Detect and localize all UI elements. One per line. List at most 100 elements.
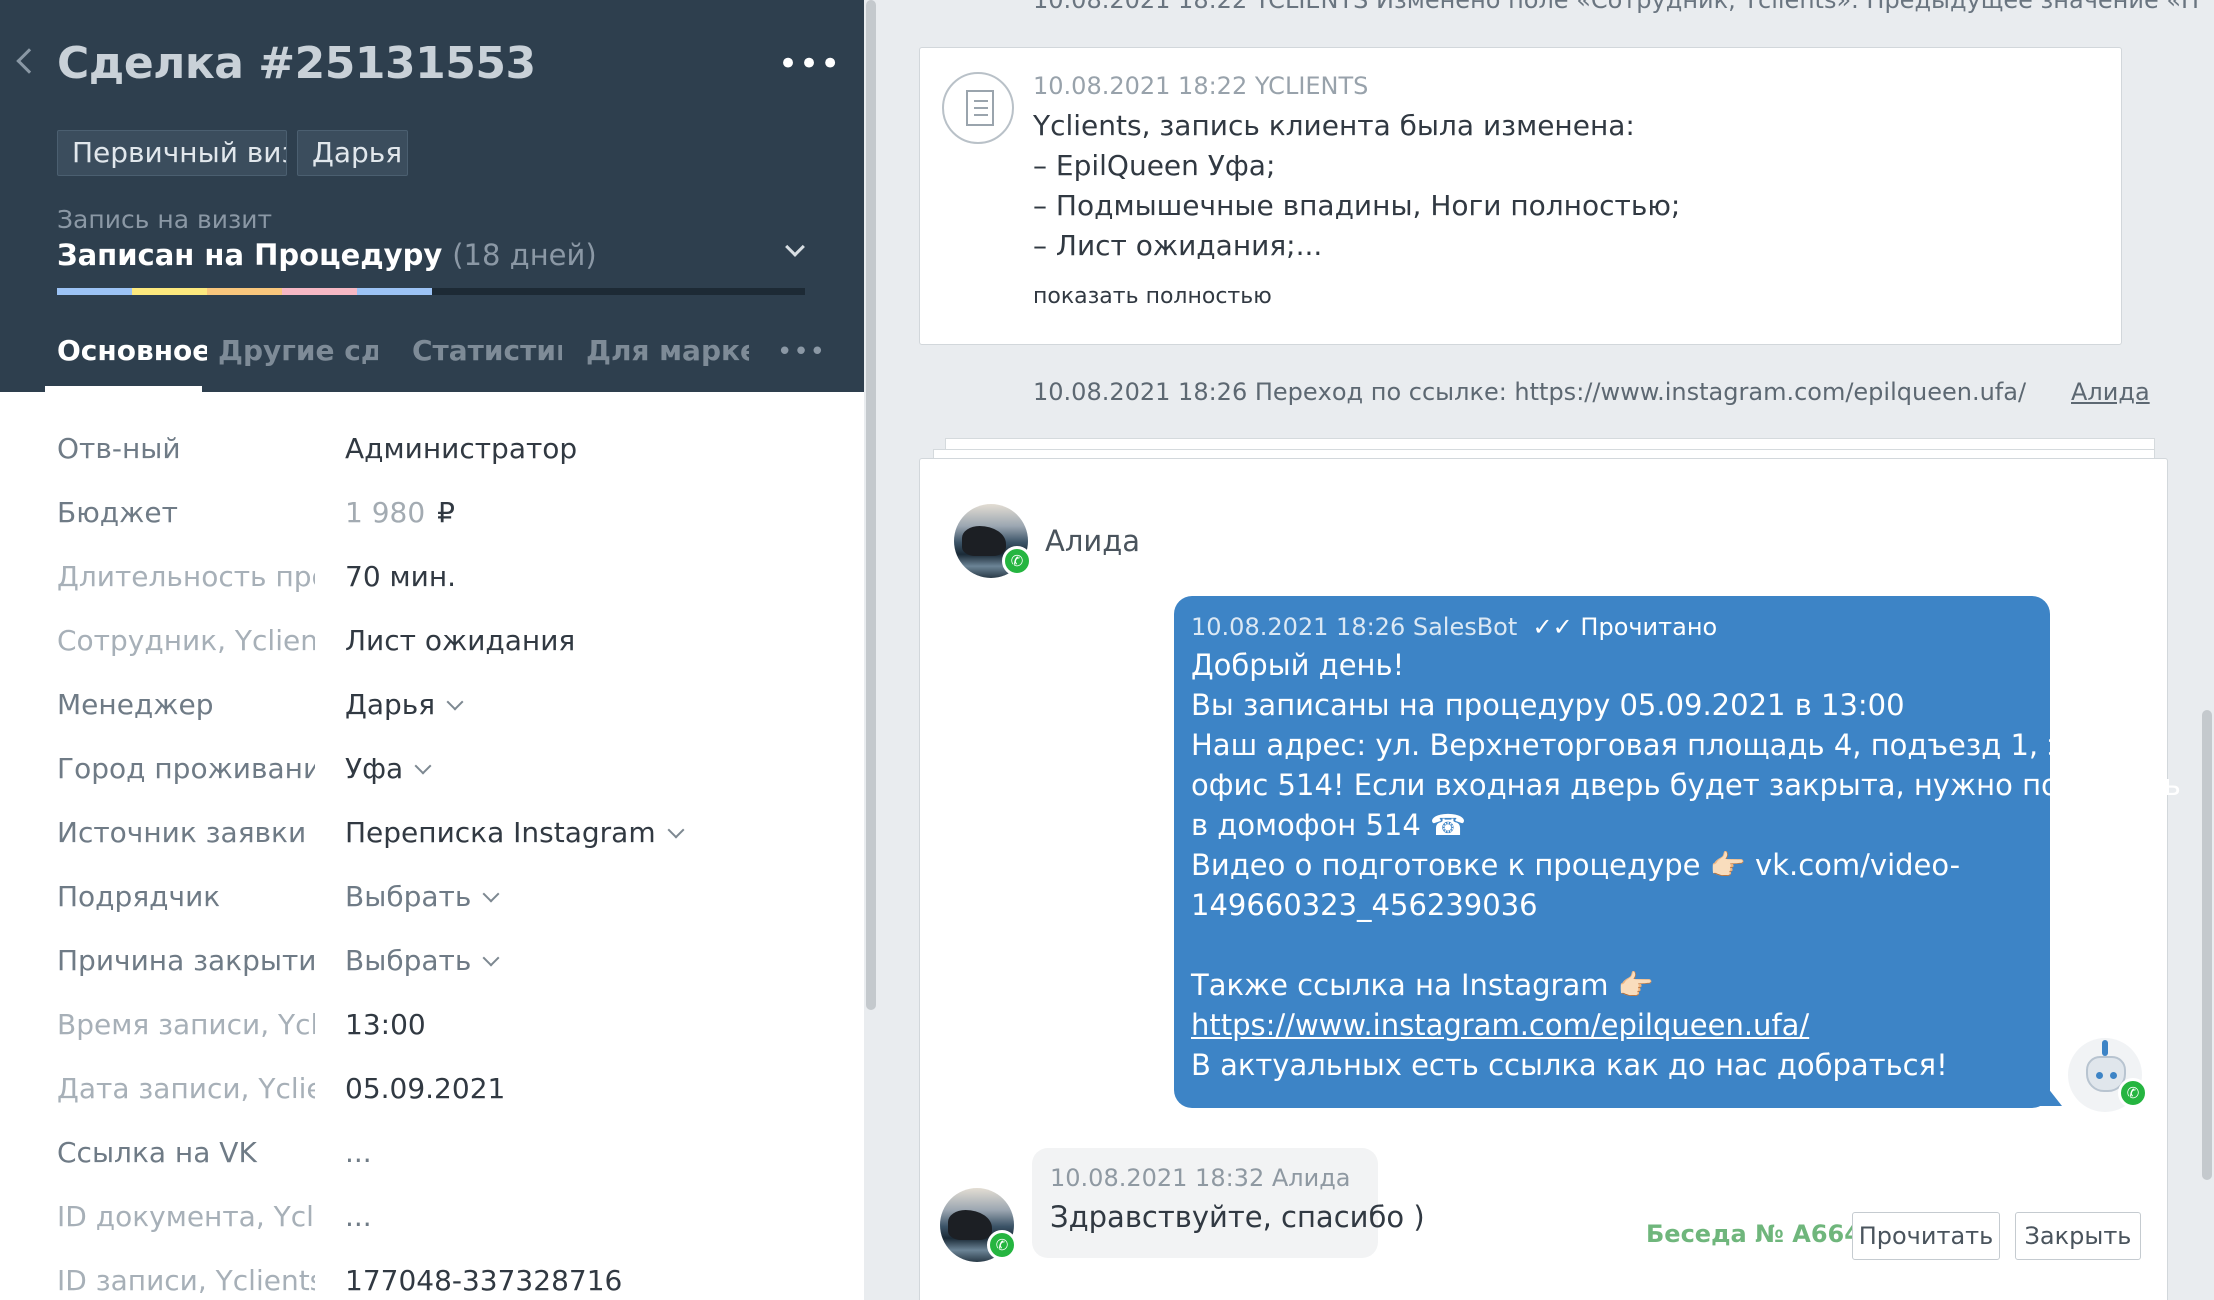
field-label: Длительность процедуры — [57, 560, 315, 593]
responsible-value[interactable]: Администратор — [345, 432, 577, 465]
stage-duration: (18 дней) — [452, 238, 597, 272]
lead-header: Сделка #25131553 ••• Первичный визит Дар… — [0, 0, 864, 392]
budget-value: 1 980 — [345, 496, 426, 529]
document-line — [974, 100, 988, 102]
back-arrow-icon[interactable] — [16, 48, 42, 74]
yclients-note: 10.08.2021 18:22 YCLIENTS Yclients, запи… — [919, 47, 2122, 345]
close-reason-select[interactable]: Выбрать — [345, 944, 500, 977]
document-line — [974, 114, 988, 116]
field-label: Подрядчик — [57, 880, 221, 913]
tabs-more-icon[interactable]: ••• — [777, 339, 826, 365]
chevron-down-icon — [482, 949, 500, 967]
message-line: Также ссылка на Instagram 👉🏻 — [1191, 968, 1654, 1002]
message-line: офис 514! Если входная дверь будет закры… — [1191, 768, 2181, 802]
lead-panel: Сделка #25131553 ••• Первичный визит Дар… — [0, 0, 864, 1300]
staff-value[interactable]: Лист ожидания — [345, 624, 575, 657]
visit-time-value[interactable]: 13:00 — [345, 1008, 426, 1041]
link-click-event: 10.08.2021 18:26 Переход по ссылке: http… — [1033, 378, 2027, 406]
outgoing-message: 10.08.2021 18:26 SalesBot ✓✓ Прочитано Д… — [1174, 596, 2181, 1108]
progress-segment — [357, 288, 432, 295]
read-button[interactable]: Прочитать — [1852, 1212, 2000, 1260]
chevron-down-icon — [667, 821, 685, 839]
show-more-link[interactable]: показать полностью — [1033, 284, 1272, 309]
vk-link-value[interactable]: ... — [345, 1136, 372, 1169]
message-line: Вы записаны на процедуру 05.09.2021 в 13… — [1191, 688, 1905, 722]
left-scrollbar[interactable] — [864, 0, 878, 1300]
message-meta: 10.08.2021 18:26 SalesBot ✓✓ Прочитано — [1191, 613, 1717, 641]
budget-field[interactable]: 1 980 ₽ — [345, 496, 455, 529]
field-label: Дата записи, Yclients — [57, 1072, 315, 1105]
chevron-down-icon[interactable] — [785, 237, 805, 257]
note-line: – EpilQueen Уфа; — [1033, 149, 1276, 182]
manager-value: Дарья — [345, 688, 436, 721]
manager-select[interactable]: Дарья — [345, 688, 464, 721]
field-label: Источник заявки — [57, 816, 307, 849]
event-author-link[interactable]: Алида — [2071, 378, 2150, 406]
document-sheet — [966, 90, 994, 126]
message-meta: 10.08.2021 18:32 Алида — [1050, 1164, 1351, 1192]
chevron-down-icon — [446, 693, 464, 711]
message-line: Добрый день! — [1191, 648, 1405, 682]
tag-chip[interactable]: Первичный визит — [57, 130, 287, 176]
scrollbar-thumb[interactable] — [866, 0, 876, 1010]
tab-other-deals[interactable]: Другие сделки — [218, 334, 378, 367]
close-button[interactable]: Закрыть — [2015, 1212, 2141, 1260]
tab-marketing[interactable]: Для маркетолога — [586, 334, 749, 367]
field-label: Менеджер — [57, 688, 214, 721]
progress-segment — [57, 288, 132, 295]
duration-value[interactable]: 70 мин. — [345, 560, 456, 593]
instagram-link[interactable]: https://www.instagram.com/epilqueen.ufa/ — [1191, 1008, 1809, 1042]
field-label: ID документа, Yclients — [57, 1200, 315, 1233]
chevron-down-icon — [414, 757, 432, 775]
bot-antenna — [2102, 1040, 2108, 1056]
field-label: Город проживания — [57, 752, 315, 785]
city-value: Уфа — [345, 752, 404, 785]
whatsapp-icon: ✆ — [987, 1230, 1017, 1260]
message-line: В актуальных есть ссылка как до нас добр… — [1191, 1048, 1948, 1082]
field-label: Бюджет — [57, 496, 178, 529]
bot-eye — [2096, 1072, 2103, 1079]
note-line: – Лист ожидания;... — [1033, 229, 1323, 262]
message-line: 149660323_456239036 — [1191, 888, 1538, 922]
visit-date-value[interactable]: 05.09.2021 — [345, 1072, 505, 1105]
document-icon — [942, 72, 1014, 144]
field-label: Причина закрытия сделки — [57, 944, 315, 977]
stage-name: Записан на Процедуру — [57, 238, 443, 272]
whatsapp-icon: ✆ — [2118, 1078, 2148, 1108]
scrollbar-thumb[interactable] — [2202, 710, 2212, 1180]
chat-contact-name[interactable]: Алида — [1045, 524, 1140, 558]
pipeline-stage-selector[interactable]: Записан на Процедуру (18 дней) — [57, 238, 597, 272]
source-select[interactable]: Переписка Instagram — [345, 816, 685, 849]
read-status: Прочитано — [1580, 613, 1718, 641]
bot-eye — [2110, 1072, 2117, 1079]
note-meta: 10.08.2021 18:22 YCLIENTS — [1033, 72, 1369, 100]
feed-event-truncated: 10.08.2021 18:22 YCLIENTS Изменено поле … — [1033, 0, 2198, 14]
avatar-photo — [962, 526, 1006, 556]
progress-segment — [282, 288, 357, 295]
contractor-select[interactable]: Выбрать — [345, 880, 500, 913]
document-id-value[interactable]: ... — [345, 1200, 372, 1233]
right-scrollbar[interactable] — [2198, 0, 2214, 1300]
message-line: Видео о подготовке к процедуре 👉🏻 vk.com… — [1191, 848, 1961, 882]
source-value: Переписка Instagram — [345, 816, 656, 849]
whatsapp-icon: ✆ — [1002, 546, 1032, 576]
more-options-icon[interactable]: ••• — [778, 47, 841, 81]
record-id-value[interactable]: 177048-337328716 — [345, 1264, 622, 1297]
field-label: Сотрудник, Yclients — [57, 624, 315, 657]
city-select[interactable]: Уфа — [345, 752, 432, 785]
progress-segment — [132, 288, 207, 295]
double-check-icon: ✓✓ — [1532, 613, 1573, 641]
conversation-number[interactable]: Беседа № A6641 — [1646, 1220, 1878, 1248]
tag-chip[interactable]: Дарья — [297, 130, 408, 176]
note-line: Yclients, запись клиента была изменена: — [1033, 109, 1635, 142]
message-sender: 10.08.2021 18:26 SalesBot — [1191, 613, 1518, 641]
document-line — [974, 107, 988, 109]
active-tab-indicator — [45, 386, 202, 392]
tab-statistics[interactable]: Статистика — [412, 334, 562, 367]
stage-progress-bar — [57, 288, 805, 295]
progress-segment — [207, 288, 282, 295]
contractor-value: Выбрать — [345, 880, 472, 913]
incoming-message: 10.08.2021 18:32 Алида Здравствуйте, спа… — [1032, 1148, 1425, 1258]
tab-main[interactable]: Основное — [57, 334, 207, 367]
avatar-photo — [948, 1210, 992, 1240]
